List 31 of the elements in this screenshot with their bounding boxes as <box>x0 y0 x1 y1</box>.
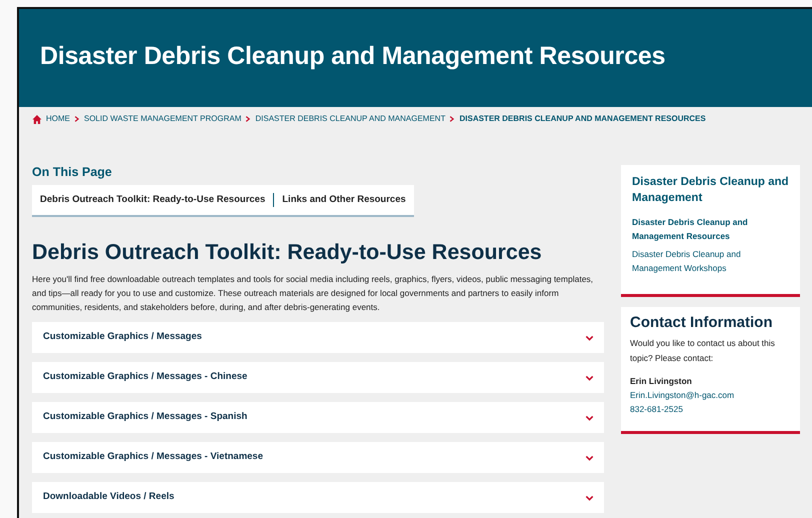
contact-name: Erin Livingston <box>630 375 693 388</box>
contact-heading: Contact Information <box>630 314 774 332</box>
chevron-down-icon <box>584 334 595 342</box>
page-title: Disaster Debris Cleanup and Management Resources <box>40 41 666 71</box>
breadcrumb-link[interactable]: DISASTER DEBRIS CLEANUP AND MANAGEMENT <box>255 113 446 125</box>
contact-prompt: Would you like to contact us about this topic? Please contact: <box>630 337 776 365</box>
email-link[interactable]: Erin.Livingston@h-gac.com <box>630 388 791 402</box>
accordion-toggle[interactable]: Downloadable Videos / Reels <box>32 482 604 514</box>
home-icon <box>32 114 42 124</box>
chevron-right-icon <box>74 115 80 123</box>
chevron-right-icon <box>245 115 252 123</box>
section-heading: Debris Outreach Toolkit: Ready-to-Use Resources <box>32 240 543 266</box>
sidebar-link[interactable]: Disaster Debris Cleanup and Management Resources <box>632 216 789 244</box>
sidebar-link[interactable]: Disaster Debris Cleanup and Management Workshops <box>632 248 789 276</box>
chevron-down-icon <box>584 494 595 502</box>
accordion-toggle[interactable]: Customizable Graphics / Messages <box>32 322 604 354</box>
chevron-down-icon <box>584 454 595 462</box>
section-heading: On This Page <box>32 165 113 180</box>
breadcrumb-link[interactable]: HOME <box>46 113 70 125</box>
accordion-toggle[interactable]: Customizable Graphics / Messages - Spanish <box>32 402 604 434</box>
chevron-down-icon <box>584 374 595 382</box>
anchor-link[interactable]: Links and Other Resources <box>282 193 406 208</box>
sidebar-heading: Disaster Debris Cleanup and Management <box>632 175 789 206</box>
phone-link[interactable]: 832-681-2525 <box>630 402 791 417</box>
breadcrumb-link[interactable]: SOLID WASTE MANAGEMENT PROGRAM <box>84 113 242 125</box>
anchor-link[interactable]: Debris Outreach Toolkit: Ready-to-Use Resources <box>40 193 266 208</box>
accordion-toggle[interactable]: Customizable Graphics / Messages - Vietnamese <box>32 442 604 474</box>
intro-paragraph: Here you'll find free downloadable outreach templates and tools for social media including reels, graphics, flyers, videos, public messaging templates, and tips—all ready for you to use and customize. These outreach materials are designed for local governments and partners to easily inform communities, residents, and stakeholders before, during, and after debris-generating events. <box>32 273 594 314</box>
chevron-down-icon <box>584 414 595 422</box>
accordion-toggle[interactable]: Customizable Graphics / Messages - Chinese <box>32 362 604 394</box>
chevron-right-icon <box>449 115 456 123</box>
